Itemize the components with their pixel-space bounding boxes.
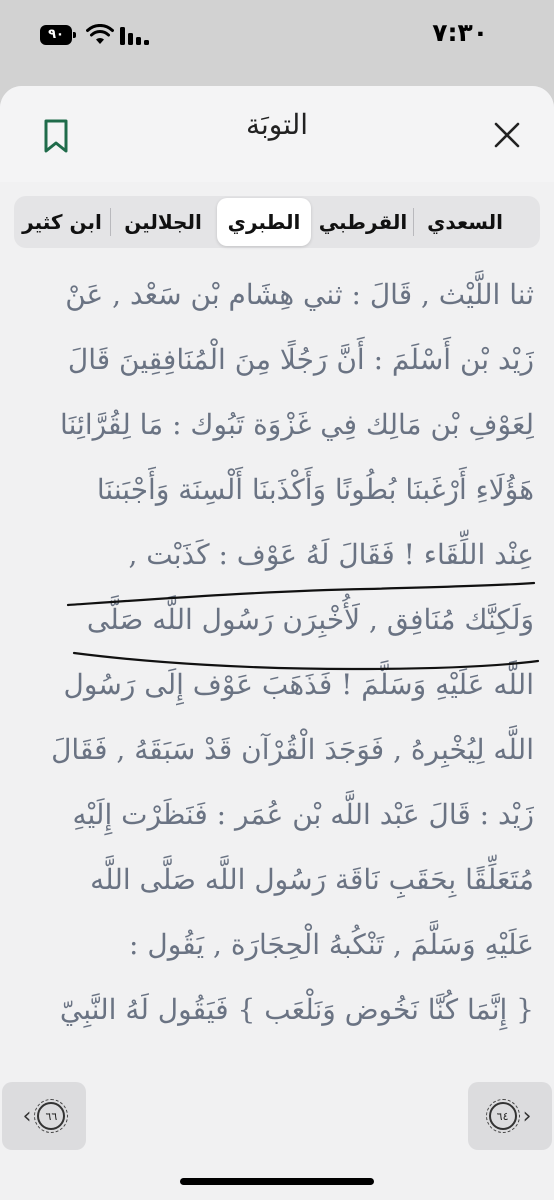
tab-qurtubi[interactable]: القرطبي [315, 198, 411, 246]
wifi-icon [86, 24, 114, 44]
tafsir-line: { إِنَّمَا كُنَّا نَخُوض وَنَلْعَب } فَي… [59, 993, 534, 1026]
tab-ibn-kathir[interactable]: ابن كثير [16, 198, 108, 246]
tafsir-line: عِنْد اللِّقَاء ! فَقَالَ لَهُ عَوْف : ك… [128, 538, 534, 571]
prev-ayah-button[interactable]: ‹ ٦٦ [2, 1082, 86, 1150]
ayah-number-badge: ٦٤ [485, 1099, 520, 1133]
home-indicator [180, 1178, 374, 1185]
ayah-number-badge: ٦٦ [34, 1099, 69, 1133]
surah-title: التوبَة [245, 108, 309, 141]
tab-saadi[interactable]: السعدي [416, 198, 514, 246]
tab-divider [110, 208, 111, 236]
next-ayah-button[interactable]: ٦٤ › [468, 1082, 552, 1150]
tafsir-line: مُتَعَلِّقًا بِحَقَبِ نَاقَة رَسُول اللَ… [90, 863, 534, 896]
chevron-right-icon: › [522, 1103, 532, 1129]
tafsir-line: زَيْد : قَالَ عَبْد اللَّه بْن عُمَر : ف… [72, 798, 534, 831]
tab-jalalayn[interactable]: الجلالين [113, 198, 213, 246]
tab-divider [413, 208, 414, 236]
battery-icon: ٩٠ [40, 25, 76, 45]
tafsir-line: ثنا اللَّيْث , قَالَ : ثني هِشَام بْن سَ… [65, 278, 534, 311]
chevron-left-icon: ‹ [22, 1103, 32, 1129]
tafsir-line: زَيْد بْن أَسْلَمَ : أَنَّ رَجُلًا مِنَ … [67, 343, 534, 376]
tafsir-sheet: التوبَة ابن كثير الجلالين الطبري القرطبي… [0, 86, 554, 1200]
cellular-signal-icon [120, 27, 149, 45]
tafsir-line: لِعَوْفِ بْن مَالِك فِي غَزْوَة تَبُوك :… [60, 408, 534, 441]
close-icon[interactable] [492, 120, 522, 150]
header: التوبَة [0, 86, 554, 182]
status-time: ٧:٣٠ [432, 18, 488, 47]
handwritten-underline [72, 651, 540, 671]
tafsir-line: اللَّه لِيُخْبِرهُ , فَوَجَدَ الْقُرْآن … [51, 733, 534, 766]
tafsir-line: هَؤُلَاءِ أَرْغَبنَا بُطُونًا وَأَكْذَبن… [96, 473, 534, 506]
status-bar: ٩٠ ٧:٣٠ [0, 0, 554, 78]
handwritten-underline [66, 581, 536, 607]
tab-tabari[interactable]: الطبري [217, 198, 311, 246]
tafsir-source-tabs: ابن كثير الجلالين الطبري القرطبي السعدي [14, 196, 540, 248]
tafsir-line: عَلَيْهِ وَسَلَّمَ , تَنْكُبهُ الْحِجَار… [129, 928, 534, 961]
